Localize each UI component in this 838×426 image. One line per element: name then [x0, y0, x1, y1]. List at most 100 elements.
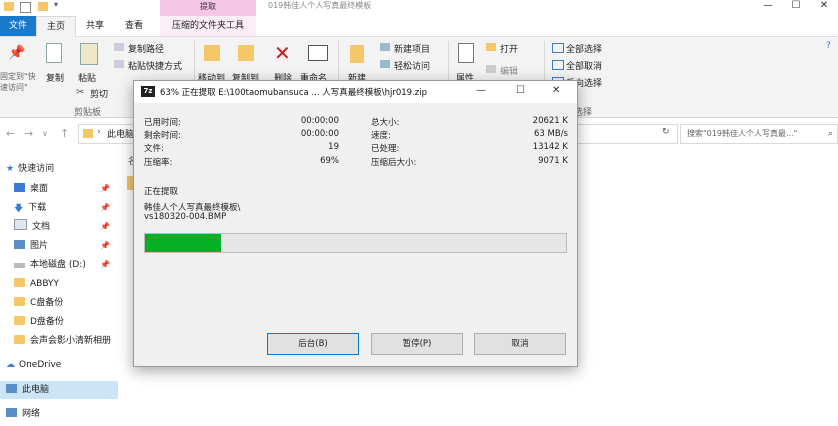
window-titlebar: ▾ [0, 0, 838, 16]
paste-icon [80, 43, 98, 65]
delete-icon: ✕ [274, 41, 291, 65]
document-icon [14, 219, 27, 230]
move-to-icon [204, 45, 220, 61]
folder-icon [14, 316, 25, 325]
dialog-maximize-button[interactable]: ☐ [516, 85, 525, 96]
folder-icon[interactable] [38, 2, 48, 11]
current-file-name: vs180320-004.BMP [144, 212, 227, 222]
extract-context-tab[interactable]: 提取 [160, 0, 256, 16]
nav-folder-d-backup[interactable]: D盘备份 [14, 313, 64, 331]
paste-shortcut-icon [114, 60, 124, 68]
edit-button[interactable]: 编辑 [500, 64, 518, 77]
window-title: 019韩佳人个人写真最终模板 [268, 1, 372, 10]
nav-pictures[interactable]: 图片 [14, 237, 48, 255]
folder-icon [14, 335, 25, 344]
pin-icon[interactable]: 📌 [100, 184, 110, 193]
pin-icon[interactable]: 📌 [100, 241, 110, 250]
checkbox-icon[interactable] [20, 2, 31, 13]
help-icon[interactable]: ? [826, 41, 831, 51]
progress-bar [144, 233, 567, 253]
copy-path-button[interactable]: 复制路径 [128, 42, 164, 55]
files-value: 19 [328, 142, 339, 152]
pin-icon[interactable]: 📌 [100, 260, 110, 269]
open-button[interactable]: 打开 [500, 42, 518, 55]
refresh-icon[interactable]: ↻ [662, 127, 670, 137]
nav-folder-c-backup[interactable]: C盘备份 [14, 294, 63, 312]
packed-size-label: 压缩后大小: [371, 158, 417, 168]
nav-network[interactable]: 网络 [6, 405, 40, 423]
pictures-icon [14, 240, 25, 249]
compression-ratio-value: 69% [320, 156, 339, 166]
nav-downloads[interactable]: 🡇 下载 [14, 199, 46, 217]
tab-home[interactable]: 主页 [36, 16, 76, 37]
properties-icon [458, 43, 474, 63]
tab-view[interactable]: 查看 [116, 16, 152, 36]
network-icon [6, 408, 17, 417]
scissors-icon: ✂ [76, 87, 85, 98]
pin-icon: 📌 [8, 45, 26, 61]
back-arrow-icon[interactable]: ← [6, 127, 15, 140]
7zip-icon: 7z [141, 86, 155, 97]
dialog-close-button[interactable]: ✕ [552, 85, 560, 96]
easy-access-button[interactable]: 轻松访问 [394, 59, 430, 72]
clipboard-group-label: 剪贴板 [74, 108, 102, 118]
pause-button[interactable]: 暂停(P) [371, 333, 463, 355]
close-button[interactable]: ✕ [810, 0, 838, 14]
select-all-icon [552, 43, 564, 53]
tab-file[interactable]: 文件 [0, 16, 36, 36]
folder-icon [14, 297, 25, 306]
nav-desktop[interactable]: 桌面 [14, 180, 48, 198]
select-none-icon [552, 60, 564, 70]
desktop-icon [14, 183, 25, 192]
processed-label: 已处理: [371, 144, 400, 154]
remaining-time-label: 剩余时间: [144, 131, 181, 141]
nav-folder-vv-album[interactable]: 会声会影小清新相册 [14, 332, 114, 350]
qat-dropdown-icon[interactable]: ▾ [54, 0, 58, 9]
pin-quick-access-button[interactable]: 固定到"快 速访问" [0, 71, 36, 93]
nav-folder-abbyy[interactable]: ABBYY [14, 275, 59, 293]
dialog-minimize-button[interactable]: — [476, 85, 486, 96]
recent-dropdown-icon[interactable]: ∨ [42, 129, 48, 138]
folder-icon [83, 129, 93, 138]
speed-label: 速度: [371, 131, 391, 141]
breadcrumb-this-pc[interactable]: 此电脑 [107, 127, 134, 140]
forward-arrow-icon[interactable]: → [24, 127, 33, 140]
total-size-label: 总大小: [371, 118, 400, 128]
paste-button[interactable]: 粘贴 [78, 71, 96, 84]
star-icon: ★ [6, 164, 15, 174]
background-button[interactable]: 后台(B) [267, 333, 359, 355]
copy-button[interactable]: 复制 [46, 71, 64, 84]
rename-icon [308, 45, 328, 61]
paste-shortcut-button[interactable]: 粘贴快捷方式 [128, 59, 182, 72]
maximize-button[interactable]: ☐ [782, 0, 810, 14]
new-item-button[interactable]: 新建项目 [394, 42, 430, 55]
minimize-button[interactable]: — [754, 0, 782, 14]
nav-local-disk-d[interactable]: 本地磁盘 (D:) [14, 256, 86, 274]
tab-share[interactable]: 共享 [78, 16, 112, 36]
easy-access-icon [380, 60, 390, 68]
select-none-button[interactable]: 全部取消 [566, 59, 602, 72]
nav-onedrive[interactable]: ☁ OneDrive [6, 356, 61, 374]
cancel-button[interactable]: 取消 [474, 333, 566, 355]
breadcrumb-separator-icon: › [97, 127, 101, 137]
up-arrow-icon[interactable]: ↑ [60, 127, 69, 140]
elapsed-time-value: 00:00:00 [300, 116, 339, 126]
copy-path-icon [114, 43, 124, 51]
folder-icon [4, 2, 14, 11]
nav-quick-access[interactable]: ★ 快速访问 [6, 160, 54, 178]
cloud-icon: ☁ [6, 360, 15, 370]
nav-this-pc[interactable]: 此电脑 [0, 381, 118, 399]
pin-icon[interactable]: 📌 [100, 203, 110, 212]
search-input[interactable]: 搜索"019韩佳人个人写真最..." ⌕ [680, 124, 838, 144]
new-item-icon [380, 43, 390, 51]
speed-value: 63 MB/s [534, 129, 568, 139]
tab-compressed-tools[interactable]: 压缩的文件夹工具 [160, 16, 256, 36]
copy-icon [46, 43, 62, 63]
cut-button[interactable]: 剪切 [90, 87, 108, 100]
elapsed-time-label: 已用时间: [144, 118, 181, 128]
extract-progress-dialog: 7z 63% 正在提取 E:\100taomubansuca ... 人写真最终… [133, 80, 578, 367]
pin-icon[interactable]: 📌 [100, 222, 110, 231]
open-icon [486, 43, 496, 51]
select-all-button[interactable]: 全部选择 [566, 42, 602, 55]
nav-documents[interactable]: 文档 [14, 218, 50, 236]
